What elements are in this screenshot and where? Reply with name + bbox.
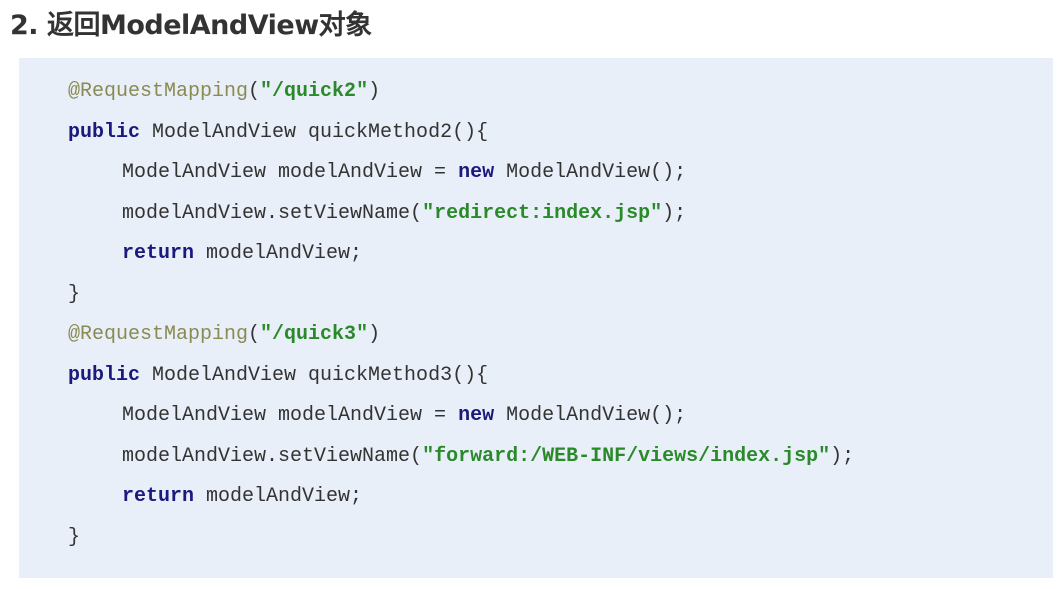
- paren-close: ): [368, 80, 381, 103]
- code-line-8: public ModelAndView quickMethod3(){: [68, 356, 854, 397]
- annotation: @RequestMapping: [68, 323, 249, 346]
- section-title: 返回ModelAndView对象: [46, 10, 372, 41]
- statement-end: );: [662, 201, 687, 225]
- statement-start: modelAndView.setViewName(: [122, 444, 423, 468]
- paren-open: (: [248, 323, 261, 346]
- statement-start: ModelAndView modelAndView =: [122, 404, 459, 427]
- statement-end: ModelAndView();: [494, 404, 687, 427]
- string-literal: "redirect:index.jsp": [422, 201, 663, 225]
- keyword: return: [122, 485, 195, 508]
- code-line-2: public ModelAndView quickMethod2(){: [68, 113, 854, 154]
- code-line-5: return modelAndView;: [68, 234, 854, 275]
- section-heading: 2. 返回ModelAndView对象: [10, 4, 372, 48]
- code-line-7: @RequestMapping("/quick3"): [68, 315, 854, 356]
- paren-open: (: [248, 80, 261, 103]
- method-signature: ModelAndView quickMethod3(){: [140, 363, 489, 387]
- string-literal: "/quick3": [260, 323, 369, 346]
- code-line-10: modelAndView.setViewName("forward:/WEB-I…: [68, 437, 854, 478]
- paren-close: ): [368, 323, 381, 346]
- closing-brace: }: [68, 282, 81, 306]
- code-line-12: }: [68, 518, 854, 559]
- code-line-6: }: [68, 275, 854, 316]
- code-line-3: ModelAndView modelAndView = new ModelAnd…: [68, 153, 854, 194]
- statement-end: modelAndView;: [194, 485, 363, 508]
- code-listing: @RequestMapping("/quick2") public ModelA…: [68, 72, 854, 558]
- annotation: @RequestMapping: [68, 80, 249, 103]
- code-line-11: return modelAndView;: [68, 477, 854, 518]
- section-number: 2.: [10, 10, 39, 41]
- keyword: new: [458, 404, 495, 427]
- statement-start: modelAndView.setViewName(: [122, 201, 423, 225]
- string-literal: "/quick2": [260, 80, 369, 103]
- code-line-1: @RequestMapping("/quick2"): [68, 72, 854, 113]
- statement-end: modelAndView;: [194, 242, 363, 265]
- closing-brace: }: [68, 525, 81, 549]
- keyword: new: [458, 161, 495, 184]
- statement-end: );: [830, 444, 855, 468]
- method-signature: ModelAndView quickMethod2(){: [140, 120, 489, 144]
- string-literal: "forward:/WEB-INF/views/index.jsp": [422, 444, 831, 468]
- keyword: public: [68, 120, 141, 144]
- code-line-9: ModelAndView modelAndView = new ModelAnd…: [68, 396, 854, 437]
- statement-start: ModelAndView modelAndView =: [122, 161, 459, 184]
- code-line-4: modelAndView.setViewName("redirect:index…: [68, 194, 854, 235]
- statement-end: ModelAndView();: [494, 161, 687, 184]
- keyword: public: [68, 363, 141, 387]
- keyword: return: [122, 242, 195, 265]
